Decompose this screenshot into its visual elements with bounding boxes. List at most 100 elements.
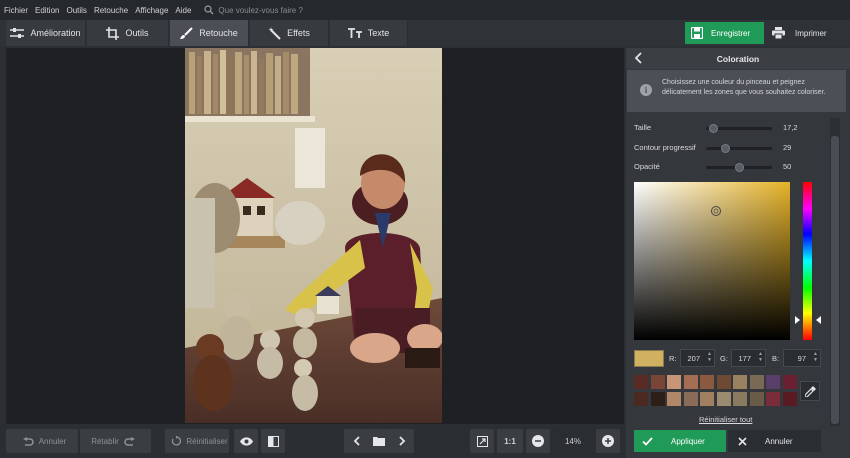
search-input[interactable] [218,5,349,15]
eyedropper-button[interactable] [800,381,820,401]
palette-swatch[interactable] [766,392,780,406]
slider-label: Taille [634,123,652,132]
undo-icon [22,436,34,446]
magic-wand-icon [268,26,281,40]
print-button[interactable]: Imprimer [766,22,846,44]
scrollbar-thumb[interactable] [831,136,839,424]
printer-icon [772,27,785,39]
tab-retouche[interactable]: Retouche [170,20,249,46]
color-picker-cursor[interactable] [710,205,722,217]
crop-icon [106,26,120,40]
actual-size-button[interactable]: 1:1 [497,429,523,453]
palette-swatch[interactable] [700,375,714,389]
apply-label: Appliquer [671,436,705,446]
slider-knob[interactable] [708,124,718,133]
redo-icon [124,436,135,446]
palette-swatch[interactable] [667,392,681,406]
palette-swatch[interactable] [650,375,665,389]
redo-button[interactable]: Rétablir [80,429,151,453]
palette-swatch[interactable] [650,392,665,406]
info-text: Choisissez une couleur du pinceau et pei… [662,79,826,96]
palette-swatch[interactable] [667,375,681,389]
menu-edition[interactable]: Edition [35,6,59,15]
sliders-icon [10,28,25,38]
preview-button[interactable] [234,429,258,453]
zoom-out-button[interactable] [526,429,550,453]
save-button[interactable]: Enregistrer [685,22,764,44]
photo-illustration [185,48,442,423]
photo-image[interactable] [185,48,442,423]
tab-label: Texte [367,28,390,38]
current-color-swatch [634,350,664,367]
tab-outils[interactable]: Outils [87,20,169,46]
tab-amelioration[interactable]: Amélioration [6,20,86,46]
palette-swatch[interactable] [683,375,698,389]
open-folder-button[interactable] [367,429,391,453]
menu-bar: Fichier Edition Outils Retouche Affichag… [0,0,850,20]
menu-outils[interactable]: Outils [66,6,86,15]
r-label: R: [669,354,677,363]
slider-value: 29 [783,143,792,152]
palette-swatch[interactable] [749,392,764,406]
expand-icon [476,435,488,447]
hue-slider-handle[interactable] [795,316,821,324]
tab-texte[interactable]: Texte [330,20,408,46]
fit-screen-button[interactable] [470,429,494,453]
menu-aide[interactable]: Aide [175,6,191,15]
palette-swatch[interactable] [683,392,698,406]
palette-swatch[interactable] [716,375,731,389]
palette-swatch[interactable] [782,375,797,389]
brush-icon [180,26,193,39]
tab-effets[interactable]: Effets [250,20,329,46]
undo-button[interactable]: Annuler [6,429,78,453]
eyedropper-icon [804,385,816,397]
redo-label: Rétablir [91,436,119,446]
reset-all-link[interactable]: Réinitialiser tout [699,415,752,424]
g-stepper[interactable]: ▲ ▼ [758,351,763,363]
text-icon [347,27,362,38]
reset-label: Réinitialiser [186,436,228,446]
apply-button[interactable]: Appliquer [634,430,726,452]
palette-swatch[interactable] [634,375,648,389]
g-label: G: [720,354,728,363]
menu-affichage[interactable]: Affichage [135,6,168,15]
panel-title: Coloration [626,48,850,69]
palette-swatch[interactable] [700,392,714,406]
minus-circle-icon [532,435,544,447]
reset-button[interactable]: Réinitialiser [165,429,229,453]
previous-button[interactable] [344,429,368,453]
eye-icon [239,436,253,446]
chevron-left-icon [353,436,360,446]
r-stepper[interactable]: ▲ ▼ [707,351,712,363]
b-stepper[interactable]: ▲ ▼ [813,351,818,363]
menu-retouche[interactable]: Retouche [94,6,128,15]
palette-swatch[interactable] [766,375,780,389]
menu-fichier[interactable]: Fichier [4,6,28,15]
search-box [204,5,349,15]
slider-knob[interactable] [735,163,744,172]
check-icon [642,436,653,446]
chevron-left-icon [634,52,642,64]
palette-swatch[interactable] [749,375,764,389]
info-icon: i [640,84,652,96]
search-icon [204,5,214,15]
palette-swatch[interactable] [716,392,731,406]
floppy-disk-icon [691,27,703,39]
color-palette [634,375,798,409]
palette-swatch[interactable] [733,375,747,389]
compare-button[interactable] [261,429,285,453]
back-button[interactable] [634,52,642,67]
folder-icon [373,437,385,446]
slider-track[interactable] [706,147,772,150]
palette-swatch[interactable] [634,392,648,406]
palette-swatch[interactable] [782,392,797,406]
cancel-label: Annuler [765,436,793,446]
close-icon [738,436,747,446]
palette-swatch[interactable] [733,392,747,406]
cancel-button[interactable]: Annuler [728,430,821,452]
slider-label: Opacité [634,162,660,171]
next-button[interactable] [390,429,414,453]
zoom-field[interactable]: 14% [552,429,594,453]
zoom-in-button[interactable] [596,429,620,453]
undo-label: Annuler [38,436,67,446]
